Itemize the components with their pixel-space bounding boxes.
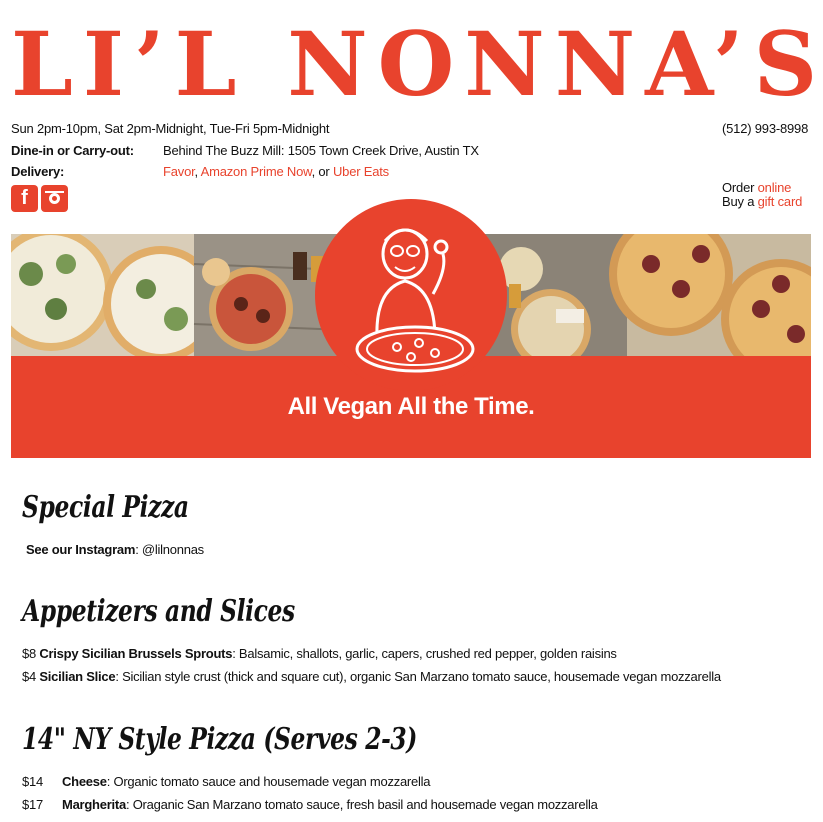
dinein-address: Behind The Buzz Mill: 1505 Town Creek Dr… [163,143,479,158]
item-name: Crispy Sicilian Brussels Sprouts [39,646,233,661]
instagram-bar [45,191,64,193]
item-price: $14 [22,774,43,789]
instagram-lens [49,193,60,204]
logo[interactable]: LI’L NONNA’S [11,12,823,116]
menu-item: $14 Cheese: Organic tomato sauce and hous… [22,774,430,790]
item-description: : Oraganic San Marzano tomato sauce, fre… [125,797,598,812]
item-description: : Sicilian style crust (thick and square… [115,669,721,684]
instagram-note: See our Instagram: @lilnonnas [26,542,204,558]
delivery-label: Delivery: [11,164,65,179]
menu-item: $4 Sicilian Slice: Sicilian style crust … [22,669,721,685]
order-prefix: Order [722,180,758,195]
section-title-appetizers: Appetizers and Slices [22,594,295,629]
order-line: Order online [722,181,791,194]
instagram-handle[interactable]: @lilnonnas [142,542,204,557]
item-description: : Organic tomato sauce and housemade veg… [106,774,431,789]
instagram-icon[interactable] [41,185,68,212]
item-name: Cheese [62,774,107,789]
uber-eats-link[interactable]: Uber Eats [333,164,389,179]
order-online-link[interactable]: online [758,180,792,195]
amazon-prime-now-link[interactable]: Amazon Prime Now [201,164,312,179]
see-instagram-separator: : [135,542,142,557]
item-name: Margherita [62,797,126,812]
item-description: : Balsamic, shallots, garlic, capers, cr… [232,646,617,661]
phone-link[interactable]: (512) 993-8998 [722,121,808,137]
item-name: Sicilian Slice [39,669,116,684]
gift-card-link[interactable]: gift card [758,194,803,209]
delivery-separator-or: , or [311,164,333,179]
section-title-special: Special Pizza [22,490,189,525]
section-title-ny-style: 14" NY Style Pizza (Serves 2-3) [22,722,417,757]
menu-item: $17 Margherita: Oraganic San Marzano toma… [22,797,598,813]
item-price: $17 [22,797,43,812]
nonna-badge [315,199,507,391]
menu-item: $8 Crispy Sicilian Brussels Sprouts: Bal… [22,646,617,662]
delivery-links: Favor, Amazon Prime Now, or Uber Eats [163,164,389,180]
item-price: $4 [22,669,36,684]
facebook-icon[interactable]: f [11,185,38,212]
tagline: All Vegan All the Time. [287,393,535,420]
favor-link[interactable]: Favor [163,164,195,179]
social-links: f [11,185,68,212]
see-instagram-label: See our Instagram [26,542,136,557]
hours-text: Sun 2pm-10pm, Sat 2pm-Midnight, Tue-Fri … [11,121,330,136]
logo-text: LI’L NONNA’S [11,12,823,116]
nonna-icon [355,228,475,373]
gift-prefix: Buy a [722,194,758,209]
gift-line: Buy a gift card [722,195,802,208]
dinein-label: Dine-in or Carry-out: [11,143,134,158]
item-price: $8 [22,646,36,661]
facebook-glyph: f [21,187,28,209]
